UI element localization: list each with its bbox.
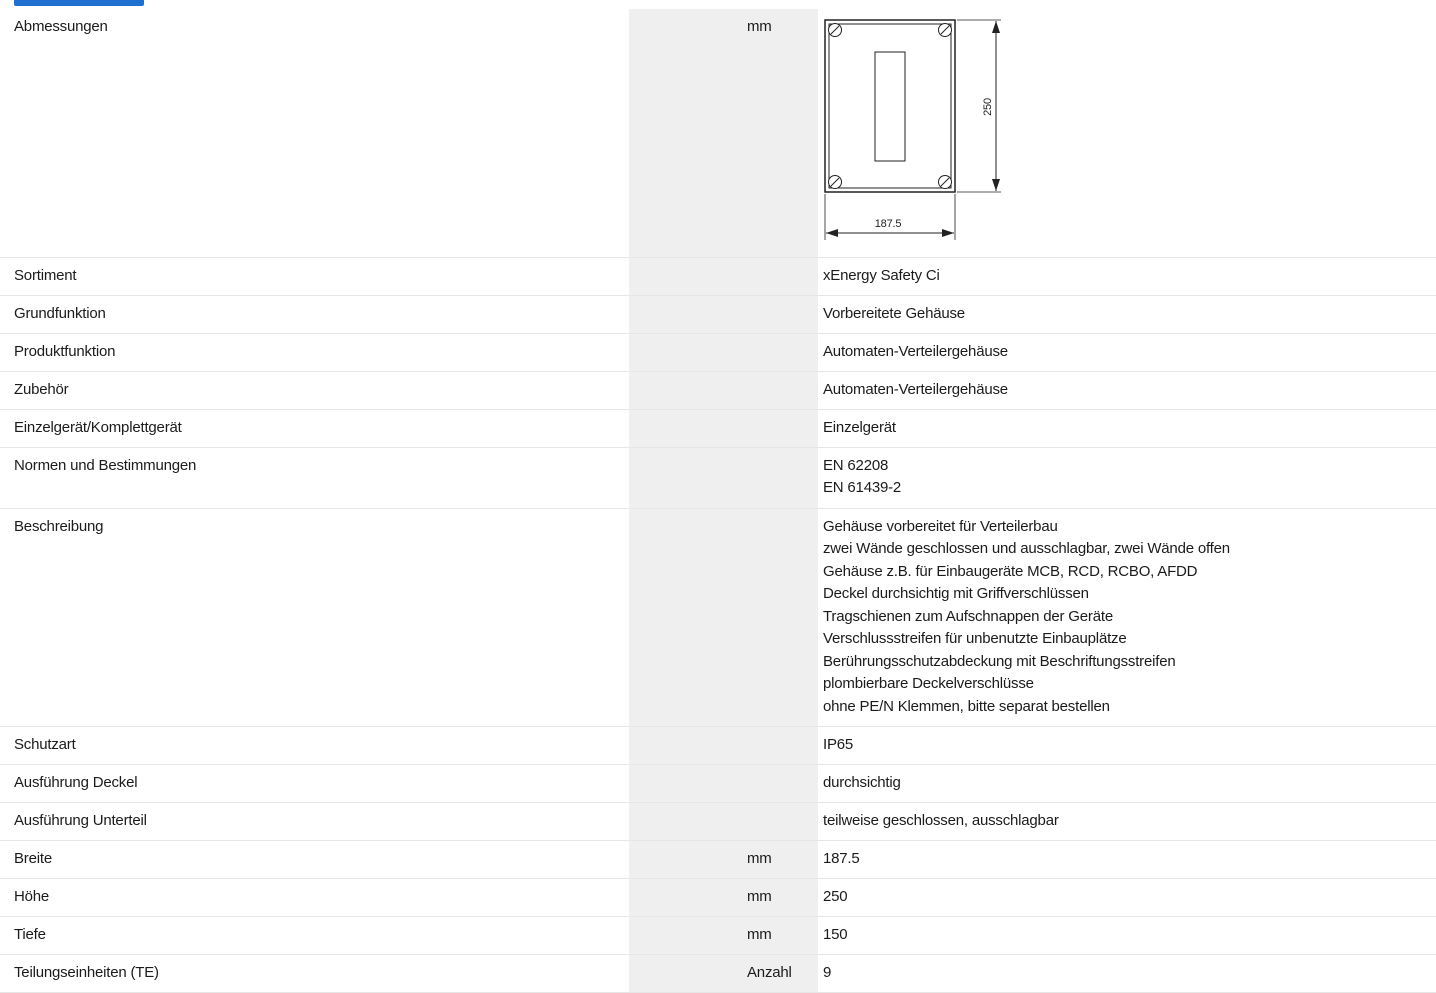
spec-row: Normen und Bestimmungen EN 62208 EN 6143… bbox=[0, 447, 1436, 509]
row-value: xEnergy Safety Ci bbox=[818, 257, 1436, 296]
spec-row: Produktfunktion Automaten-Verteilergehäu… bbox=[0, 333, 1436, 372]
value-line: Berührungsschutzabdeckung mit Beschriftu… bbox=[823, 652, 1176, 670]
row-label: Ausführung Unterteil bbox=[0, 802, 629, 841]
row-unit: mm bbox=[742, 9, 818, 258]
row-label: Schutzart bbox=[0, 726, 629, 765]
spec-row: Breite mm 187.5 bbox=[0, 840, 1436, 879]
row-unit bbox=[742, 508, 818, 727]
row-label: Grundfunktion bbox=[0, 295, 629, 334]
value-line: ohne PE/N Klemmen, bitte separat bestell… bbox=[823, 697, 1110, 715]
screw-icon bbox=[938, 23, 952, 37]
spec-row: Teilungseinheiten (TE) Anzahl 9 bbox=[0, 954, 1436, 993]
row-label: Ausführung Deckel bbox=[0, 764, 629, 803]
screw-icon bbox=[828, 23, 842, 37]
row-value: Vorbereitete Gehäuse bbox=[818, 295, 1436, 334]
row-value: EN 62208 EN 61439-2 bbox=[818, 447, 1436, 509]
spec-row: Einzelgerät/Komplettgerät Einzelgerät bbox=[0, 409, 1436, 448]
spec-table: Abmessungen mm 250 187.5 Sortiment xEner… bbox=[0, 9, 1436, 993]
spec-row: Ausführung Unterteil teilweise geschloss… bbox=[0, 802, 1436, 841]
spec-row: Grundfunktion Vorbereitete Gehäuse bbox=[0, 295, 1436, 334]
row-value: Gehäuse vorbereitet für Verteilerbau zwe… bbox=[818, 508, 1436, 727]
value-line: EN 61439-2 bbox=[823, 479, 902, 496]
spec-row: Zubehör Automaten-Verteilergehäuse bbox=[0, 371, 1436, 410]
screw-icon bbox=[828, 175, 842, 189]
section-heading-remnant bbox=[0, 0, 1436, 9]
row-label: Tiefe bbox=[0, 916, 629, 955]
spec-row: Schutzart IP65 bbox=[0, 726, 1436, 765]
value-line: EN 62208 bbox=[823, 456, 889, 474]
screw-icon bbox=[938, 175, 952, 189]
row-unit bbox=[742, 764, 818, 803]
row-value: 250 bbox=[818, 878, 1436, 917]
row-unit bbox=[742, 371, 818, 410]
row-unit: mm bbox=[742, 878, 818, 917]
spec-row: Ausführung Deckel durchsichtig bbox=[0, 764, 1436, 803]
row-unit bbox=[742, 726, 818, 765]
row-value: Einzelgerät bbox=[818, 409, 1436, 448]
spec-row: Beschreibung Gehäuse vorbereitet für Ver… bbox=[0, 508, 1436, 727]
value-line: Verschlussstreifen für unbenutzte Einbau… bbox=[823, 630, 1127, 647]
row-unit bbox=[742, 257, 818, 296]
row-label: Breite bbox=[0, 840, 629, 879]
row-label: Höhe bbox=[0, 878, 629, 917]
row-label: Sortiment bbox=[0, 257, 629, 296]
row-value: Automaten-Verteilergehäuse bbox=[818, 333, 1436, 372]
dimension-drawing: 250 187.5 bbox=[824, 19, 1001, 240]
value-line: plombierbare Deckelverschlüsse bbox=[823, 675, 1034, 692]
row-unit bbox=[742, 409, 818, 448]
value-line: Gehäuse vorbereitet für Verteilerbau bbox=[823, 517, 1058, 535]
row-value: 9 bbox=[818, 954, 1436, 993]
row-value: durchsichtig bbox=[818, 764, 1436, 803]
row-unit: Anzahl bbox=[742, 954, 818, 993]
row-unit: mm bbox=[742, 916, 818, 955]
row-label: Normen und Bestimmungen bbox=[0, 447, 629, 509]
row-unit bbox=[742, 295, 818, 334]
row-label: Abmessungen bbox=[0, 9, 629, 258]
value-line: zwei Wände geschlossen und ausschlagbar,… bbox=[823, 540, 1230, 557]
row-value: Automaten-Verteilergehäuse bbox=[818, 371, 1436, 410]
enclosure-inner bbox=[828, 23, 952, 189]
spec-row: Höhe mm 250 bbox=[0, 878, 1436, 917]
enclosure-outline bbox=[824, 19, 956, 193]
width-dimension-label: 187.5 bbox=[875, 218, 902, 230]
row-label: Beschreibung bbox=[0, 508, 629, 727]
row-value: 187.5 bbox=[818, 840, 1436, 879]
spec-row: Sortiment xEnergy Safety Ci bbox=[0, 257, 1436, 296]
height-dimension-label: 250 bbox=[982, 98, 994, 116]
value-line: Deckel durchsichtig mit Griffverschlüsse… bbox=[823, 585, 1089, 602]
row-label: Produktfunktion bbox=[0, 333, 629, 372]
spec-row: Abmessungen mm 250 187.5 bbox=[0, 9, 1436, 258]
row-unit bbox=[742, 333, 818, 372]
value-line: Tragschienen zum Aufschnappen der Geräte bbox=[823, 607, 1113, 625]
row-value: IP65 bbox=[818, 726, 1436, 765]
row-label: Einzelgerät/Komplettgerät bbox=[0, 409, 629, 448]
row-unit bbox=[742, 802, 818, 841]
row-value: 250 187.5 bbox=[818, 9, 1436, 258]
row-value: 150 bbox=[818, 916, 1436, 955]
row-label: Zubehör bbox=[0, 371, 629, 410]
spec-row: Tiefe mm 150 bbox=[0, 916, 1436, 955]
row-unit bbox=[742, 447, 818, 509]
row-value: teilweise geschlossen, ausschlagbar bbox=[818, 802, 1436, 841]
window-opening bbox=[874, 51, 906, 162]
row-unit: mm bbox=[742, 840, 818, 879]
row-label: Teilungseinheiten (TE) bbox=[0, 954, 629, 993]
value-line: Gehäuse z.B. für Einbaugeräte MCB, RCD, … bbox=[823, 562, 1198, 580]
